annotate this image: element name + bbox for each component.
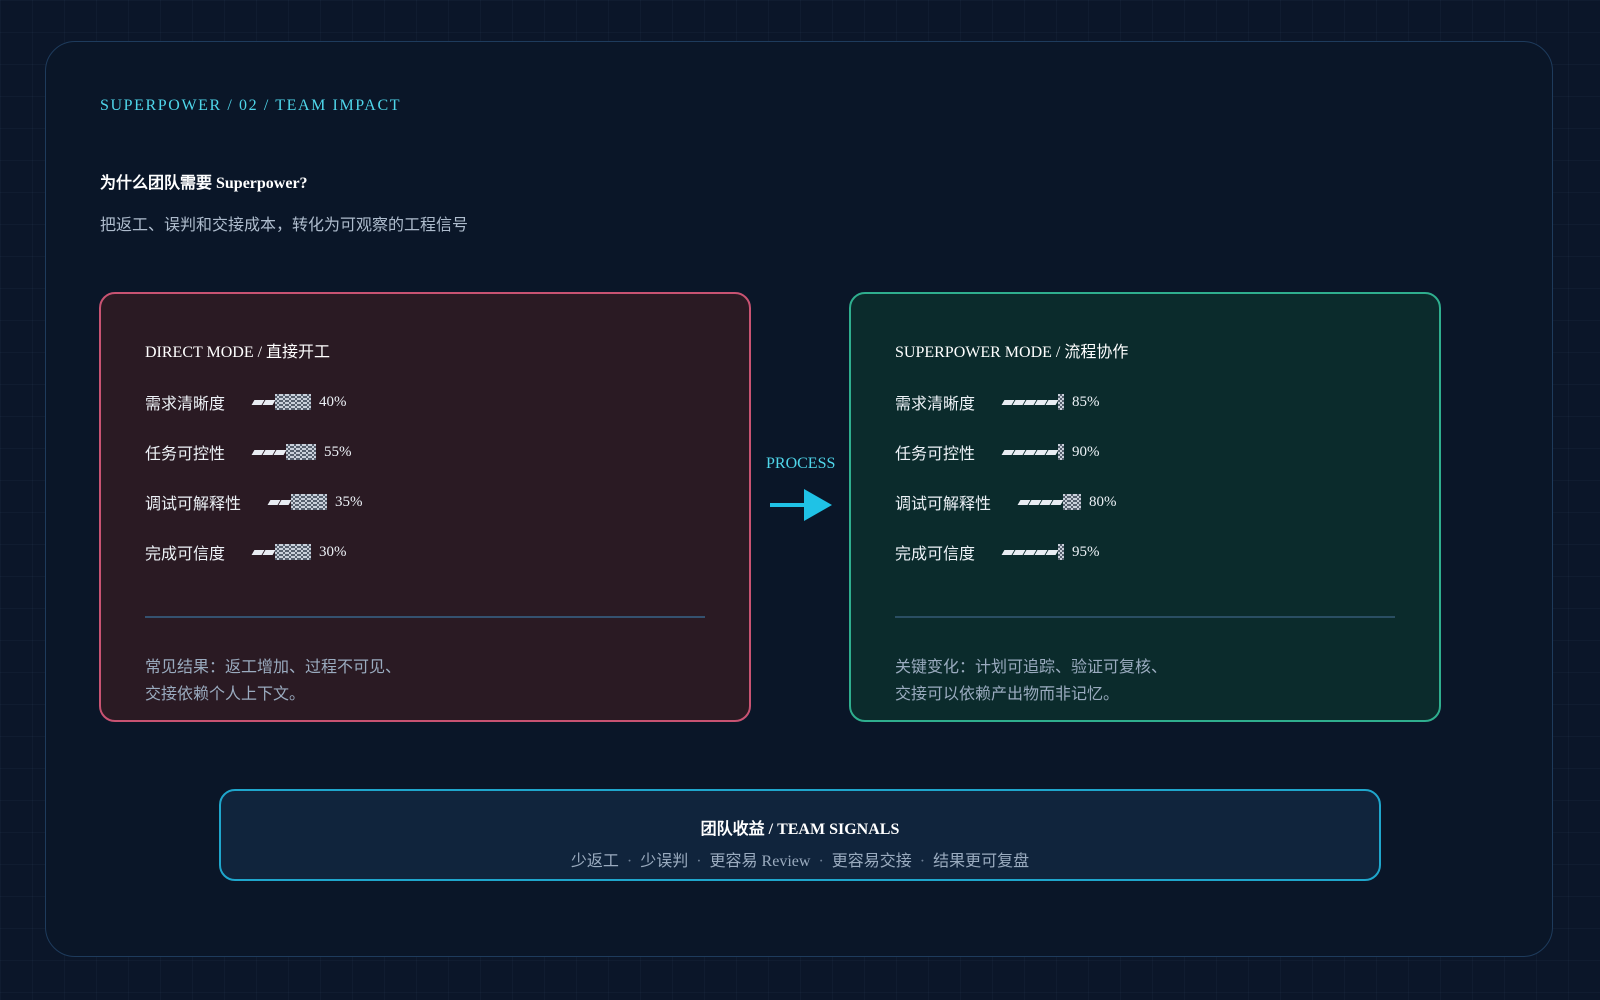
superpower-metric-row: 任务可控性 90%: [895, 440, 1100, 464]
metric-value: 55%: [324, 443, 352, 460]
metric-value: 80%: [1089, 493, 1117, 510]
metric-bar: [251, 444, 317, 460]
metric-value: 85%: [1072, 393, 1100, 410]
metric-label: 需求清晰度: [895, 396, 976, 413]
process-label: PROCESS: [766, 455, 836, 472]
metric-label: 完成可信度: [145, 546, 226, 563]
signal-item: 更容易 Review: [709, 853, 811, 870]
metric-label: 需求清晰度: [145, 396, 226, 413]
bar-remainder-block: [1058, 544, 1065, 560]
metric-bar: [1001, 544, 1065, 560]
bar-segment: [1045, 549, 1059, 555]
metric-bar: [1001, 444, 1065, 460]
bar-segment: [1045, 449, 1059, 455]
superpower-metric-row: 需求清晰度 85%: [895, 390, 1100, 414]
metric-bar: [251, 544, 312, 560]
bar-remainder-block: [305, 394, 312, 410]
section-eyebrow: SUPERPOWER / 02 / TEAM IMPACT: [100, 97, 402, 114]
metric-value: 40%: [319, 393, 347, 410]
team-signals-list: 少返工 · 少误判 · 更容易 Review · 更容易交接 · 结果更可复盘: [221, 847, 1379, 871]
metric-bar: [1001, 394, 1065, 410]
bar-segment: [273, 449, 287, 455]
summary-line: 关键变化：计划可追踪、验证可复核、: [895, 659, 1168, 676]
metric-value: 30%: [319, 543, 347, 560]
metric-label: 调试可解释性: [145, 496, 242, 513]
signal-item: 少返工: [570, 853, 619, 870]
superpower-mode-panel: SUPERPOWER MODE / 流程协作 需求清晰度 85% 任务可控性 9…: [849, 292, 1441, 722]
direct-mode-title: DIRECT MODE / 直接开工: [145, 344, 331, 361]
page-subtitle: 把返工、误判和交接成本，转化为可观察的工程信号: [100, 217, 469, 234]
bar-remainder-block: [321, 494, 328, 510]
bar-segment: [1045, 399, 1059, 405]
metric-label: 调试可解释性: [895, 496, 992, 513]
metric-bar: [267, 494, 328, 510]
summary-line: 常见结果：返工增加、过程不可见、: [145, 659, 402, 676]
team-signals-card: 团队收益 / TEAM SIGNALS 少返工 · 少误判 · 更容易 Review · 更…: [219, 789, 1381, 881]
bar-remainder-block: [1058, 394, 1065, 410]
direct-mode-panel: DIRECT MODE / 直接开工 需求清晰度 40% 任务可控性 55% 调…: [99, 292, 751, 722]
metric-value: 95%: [1072, 543, 1100, 560]
bar-segment: [262, 549, 276, 555]
signal-item: 少误判: [640, 853, 689, 870]
signal-separator: ·: [919, 853, 926, 870]
bar-remainder-block: [1075, 494, 1082, 510]
summary-line: 交接依赖个人上下文。: [145, 686, 306, 703]
metric-label: 完成可信度: [895, 546, 976, 563]
bar-remainder-block: [305, 544, 312, 560]
panel-divider: [145, 616, 705, 618]
bar-segment: [1050, 499, 1064, 505]
signal-item: 结果更可复盘: [933, 853, 1030, 870]
metric-bar: [251, 394, 312, 410]
metric-label: 任务可控性: [895, 446, 976, 463]
metric-label: 任务可控性: [145, 446, 226, 463]
summary-line: 交接可以依赖产出物而非记忆。: [895, 686, 1120, 703]
signal-separator: ·: [626, 853, 633, 870]
arrow-right-icon: [770, 489, 832, 521]
superpower-metric-row: 完成可信度 95%: [895, 540, 1100, 564]
direct-metric-row: 需求清晰度 40%: [145, 390, 347, 414]
bar-remainder-block: [310, 444, 317, 460]
bar-remainder-block: [1058, 444, 1065, 460]
metric-value: 90%: [1072, 443, 1100, 460]
bar-segment: [262, 399, 276, 405]
superpower-mode-summary: 关键变化：计划可追踪、验证可复核、 交接可以依赖产出物而非记忆。: [895, 654, 1167, 708]
direct-metric-row: 完成可信度 30%: [145, 540, 347, 564]
direct-metric-row: 任务可控性 55%: [145, 440, 352, 464]
direct-mode-summary: 常见结果：返工增加、过程不可见、 交接依赖个人上下文。: [145, 654, 401, 708]
metric-value: 35%: [335, 493, 363, 510]
page-title: 为什么团队需要 Superpower?: [100, 175, 308, 192]
superpower-mode-title: SUPERPOWER MODE / 流程协作: [895, 344, 1129, 361]
signal-separator: ·: [696, 853, 702, 870]
signal-separator: ·: [818, 853, 824, 870]
direct-metric-row: 调试可解释性 35%: [145, 490, 363, 514]
superpower-metric-row: 调试可解释性 80%: [895, 490, 1117, 514]
signal-item: 更容易交接: [831, 853, 912, 870]
metric-bar: [1017, 494, 1082, 510]
bar-segment: [278, 499, 292, 505]
panel-divider: [895, 616, 1395, 618]
team-signals-title: 团队收益 / TEAM SIGNALS: [700, 821, 900, 838]
